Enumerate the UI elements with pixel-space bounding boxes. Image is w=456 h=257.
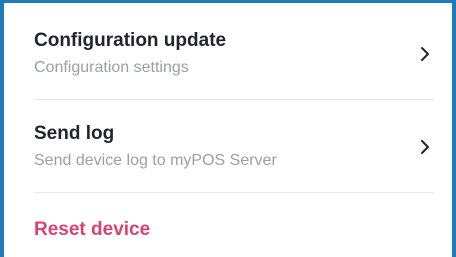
configuration-update-title: Configuration update xyxy=(34,30,227,51)
settings-panel: Configuration update Configuration setti… xyxy=(0,0,456,257)
chevron-right-icon xyxy=(421,140,429,154)
configuration-update-item[interactable]: Configuration update Configuration setti… xyxy=(34,3,434,99)
send-log-title: Send log xyxy=(34,123,115,144)
divider xyxy=(34,192,434,193)
chevron-right-icon xyxy=(421,47,429,61)
send-log-item[interactable]: Send log Send device log to myPOS Server xyxy=(34,100,434,192)
configuration-update-subtitle: Configuration settings xyxy=(34,59,189,76)
reset-device-button[interactable]: Reset device xyxy=(34,219,150,241)
send-log-subtitle: Send device log to myPOS Server xyxy=(34,152,277,169)
